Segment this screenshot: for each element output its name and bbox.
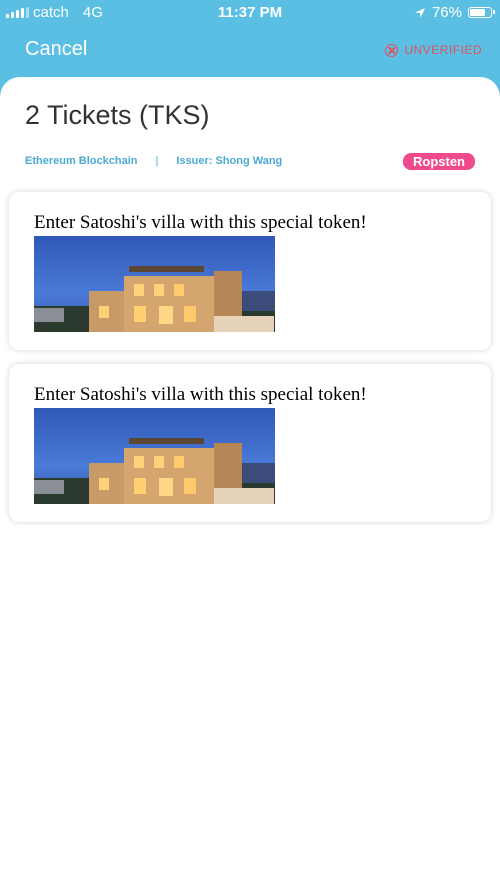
blockchain-label: Ethereum Blockchain [25,155,138,167]
unverified-status[interactable]: UNVERIFIED [385,43,482,57]
ticket-card[interactable]: Enter Satoshi's villa with this special … [9,364,491,522]
ticket-text: Enter Satoshi's villa with this special … [34,384,367,405]
status-bar: catch 4G 11:37 PM 76% [0,0,500,26]
network-badge: Ropsten [403,153,475,170]
ticket-text: Enter Satoshi's villa with this special … [34,212,367,233]
unverified-label: UNVERIFIED [404,43,482,57]
location-arrow-icon [414,7,425,18]
ticket-card[interactable]: Enter Satoshi's villa with this special … [9,192,491,350]
villa-image [34,408,275,504]
issuer-label: Issuer: Shong Wang [176,155,283,167]
battery-percent: 76% [431,4,462,21]
close-circle-icon [385,43,399,57]
villa-image [34,236,275,332]
meta-separator: | [155,155,159,167]
token-meta: Ethereum Blockchain | Issuer: Shong Wang [25,155,282,167]
battery-icon [468,7,495,18]
page-title: 2 Tickets (TKS) [25,100,210,130]
cancel-button[interactable]: Cancel [25,38,87,61]
